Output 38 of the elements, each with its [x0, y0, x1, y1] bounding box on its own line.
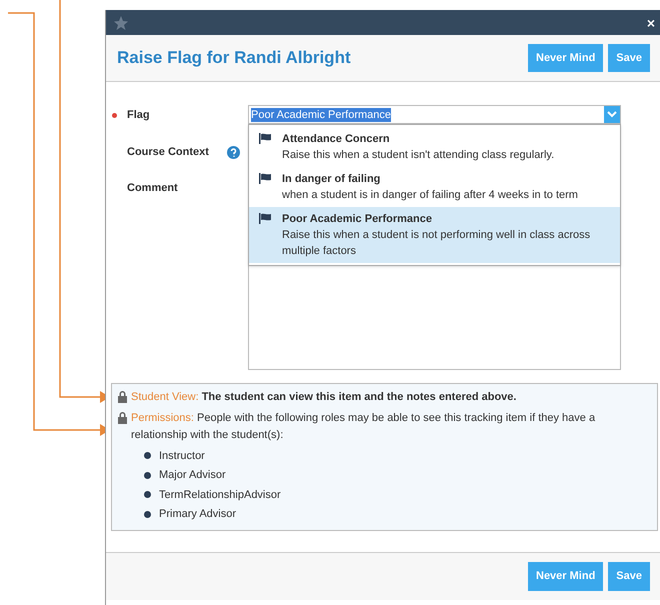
dialog-button[interactable]: Never Mind	[528, 562, 604, 591]
dropdown-option[interactable]: In danger of failing when a student is in danger of failing after 4 weeks in to term	[249, 167, 620, 207]
close-button[interactable]: ×	[646, 16, 655, 30]
bullet-icon	[144, 472, 151, 479]
bullet-icon	[144, 491, 151, 498]
option-title: In danger of failing	[282, 172, 382, 187]
option-title: Attendance Concern	[282, 132, 391, 147]
role-item: Instructor	[159, 448, 205, 464]
select-value: Poor Academic Performance	[251, 108, 392, 122]
option-description: when a student is in danger of failing after 4 weeks in to term	[282, 188, 578, 203]
help-icon[interactable]	[226, 146, 240, 159]
star-icon	[114, 16, 128, 30]
student-view-label: Student View:	[131, 390, 199, 405]
permissions-text: Permissions: People with the following roles may be able to see this tracking item if they have a relationship with the student(s):	[131, 410, 596, 442]
dropdown-option[interactable]: Attendance Concern Raise this when a student isn't attending class regularly.	[249, 127, 620, 167]
dialog-button[interactable]: Save	[608, 44, 650, 72]
option-title: Poor Academic Performance	[282, 212, 433, 227]
dialog-title: Raise Flag for Randi Albright	[117, 47, 351, 70]
lock-icon	[117, 390, 128, 403]
dialog-button[interactable]: Never Mind	[528, 44, 604, 72]
bullet-icon	[144, 510, 151, 518]
flag-icon	[258, 133, 272, 144]
student-view-text: The student can view this item and the notes entered above.	[202, 390, 516, 405]
option-description: Raise this when a student isn't attending class regularly.	[282, 148, 554, 163]
flag-icon	[258, 173, 272, 184]
lock-icon	[117, 410, 128, 424]
flag-icon	[258, 213, 272, 224]
field-label: Flag	[127, 108, 150, 123]
bullet-icon	[144, 452, 151, 460]
dropdown-option[interactable]: Poor Academic Performance Raise this when a student is not performing well in class across multiple factors	[249, 207, 620, 263]
flag-select[interactable]: Poor Academic Performance	[248, 105, 621, 124]
field-label: Course Context	[127, 145, 209, 160]
dialog-button[interactable]: Save	[608, 562, 650, 591]
role-item: Major Advisor	[159, 468, 226, 483]
role-item: Primary Advisor	[159, 507, 236, 522]
role-item: TermRelationshipAdvisor	[159, 488, 281, 502]
field-label: Comment	[127, 181, 178, 196]
option-description: Raise this when a student is not performing well in class across multiple factors	[282, 228, 592, 259]
